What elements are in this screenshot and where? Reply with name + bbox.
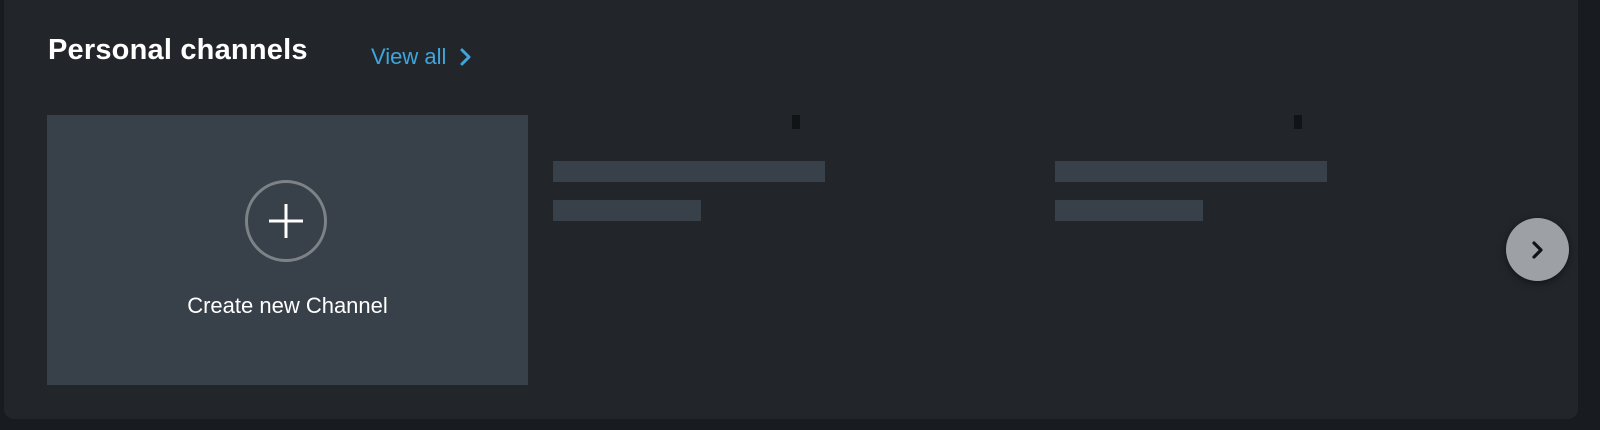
create-channel-card[interactable]: Create new Channel <box>47 115 528 385</box>
placeholder-title-bar <box>1055 161 1327 182</box>
chevron-right-icon <box>1531 240 1543 259</box>
placeholder-marker <box>1294 115 1302 129</box>
create-channel-label: Create new Channel <box>187 293 388 318</box>
placeholder-subtitle-bar <box>553 200 701 221</box>
placeholder-marker <box>792 115 800 129</box>
placeholder-subtitle-bar <box>1055 200 1203 221</box>
chevron-right-icon <box>460 48 472 66</box>
personal-channels-panel: Personal channels View all Create new Ch… <box>4 0 1578 419</box>
plus-icon <box>245 180 327 262</box>
placeholder-title-bar <box>553 161 825 182</box>
section-title: Personal channels <box>48 34 308 66</box>
view-all-label: View all <box>371 44 447 69</box>
carousel-next-button[interactable] <box>1506 218 1569 281</box>
view-all-link[interactable]: View all <box>371 44 472 70</box>
